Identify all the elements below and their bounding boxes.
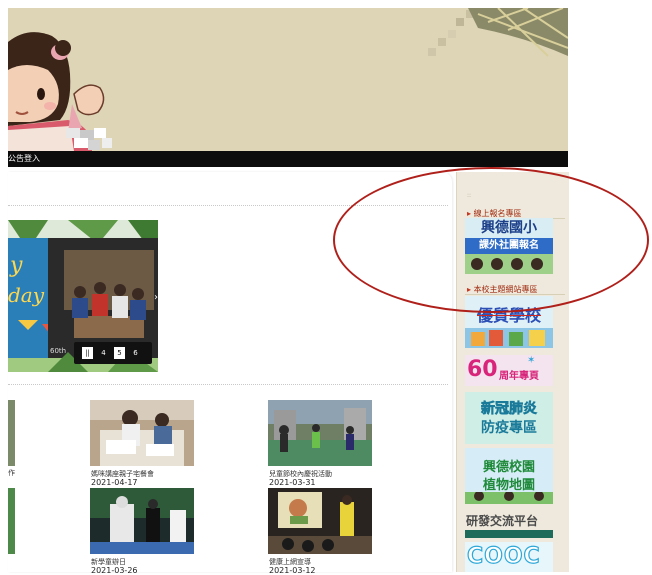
- covid-banner-line2: 防疫專區: [481, 420, 537, 436]
- cooc-banner[interactable]: COOC: [465, 542, 553, 572]
- covid-banner[interactable]: 新冠肺炎 防疫專區: [465, 392, 553, 444]
- anniversary-number: 60: [467, 357, 498, 382]
- covid-banner-line1: 新冠肺炎: [481, 401, 538, 418]
- rd-platform-strip[interactable]: [465, 530, 553, 538]
- news-thumbnail[interactable]: [268, 400, 372, 466]
- svg-text:day: day: [8, 283, 45, 307]
- plant-banner-line2: 植物地圖: [482, 478, 535, 493]
- svg-text:›: ›: [154, 292, 158, 303]
- news-photo: [90, 400, 194, 466]
- pager-page-4[interactable]: 4: [98, 347, 109, 359]
- anniversary-text: 周年專頁: [499, 371, 539, 382]
- pager-page-6[interactable]: 6: [130, 347, 141, 359]
- slideshow-caption: 60th: [50, 347, 67, 355]
- news-thumbnail[interactable]: [90, 488, 194, 554]
- news-title-partial[interactable]: 作: [8, 468, 15, 478]
- login-link[interactable]: 公告登入: [8, 153, 40, 164]
- news-thumbnail[interactable]: [268, 488, 372, 554]
- header-banner: [8, 8, 568, 151]
- news-date: 2021-04-17: [91, 478, 138, 487]
- news-thumbnail-partial[interactable]: [8, 400, 15, 466]
- header-artwork: [8, 8, 568, 151]
- anniversary-banner[interactable]: 60 周年專頁 ✶: [465, 355, 553, 386]
- news-date: 2021-03-31: [269, 478, 316, 487]
- news-date: 2021-03-26: [91, 566, 138, 575]
- news-thumbnail-partial[interactable]: [8, 488, 15, 554]
- news-thumbnail[interactable]: [90, 400, 194, 466]
- news-date: 2021-03-12: [269, 566, 316, 575]
- slideshow-pager: || 4 5 6: [74, 342, 152, 364]
- rd-platform-title[interactable]: 研發交流平台: [466, 512, 556, 529]
- pager-pause-button[interactable]: ||: [82, 347, 93, 359]
- annotation-ellipse: [333, 167, 649, 313]
- plant-banner-art: [465, 492, 553, 504]
- section-divider: [8, 384, 448, 385]
- pager-page-5[interactable]: 5: [114, 347, 125, 359]
- header-decoration: [428, 8, 568, 57]
- excellence-banner-art: [465, 328, 553, 348]
- plant-banner-line1: 興德校園: [482, 460, 535, 475]
- plant-map-banner[interactable]: 興德校園 植物地圖: [465, 448, 553, 504]
- news-photo: [268, 400, 372, 466]
- news-photo: [268, 488, 372, 554]
- svg-text:y: y: [9, 253, 23, 278]
- star-icon: ✶: [527, 355, 536, 366]
- news-photo: [90, 488, 194, 554]
- cooc-logo-text: COOC: [466, 543, 541, 569]
- top-navbar: 公告登入: [8, 151, 568, 167]
